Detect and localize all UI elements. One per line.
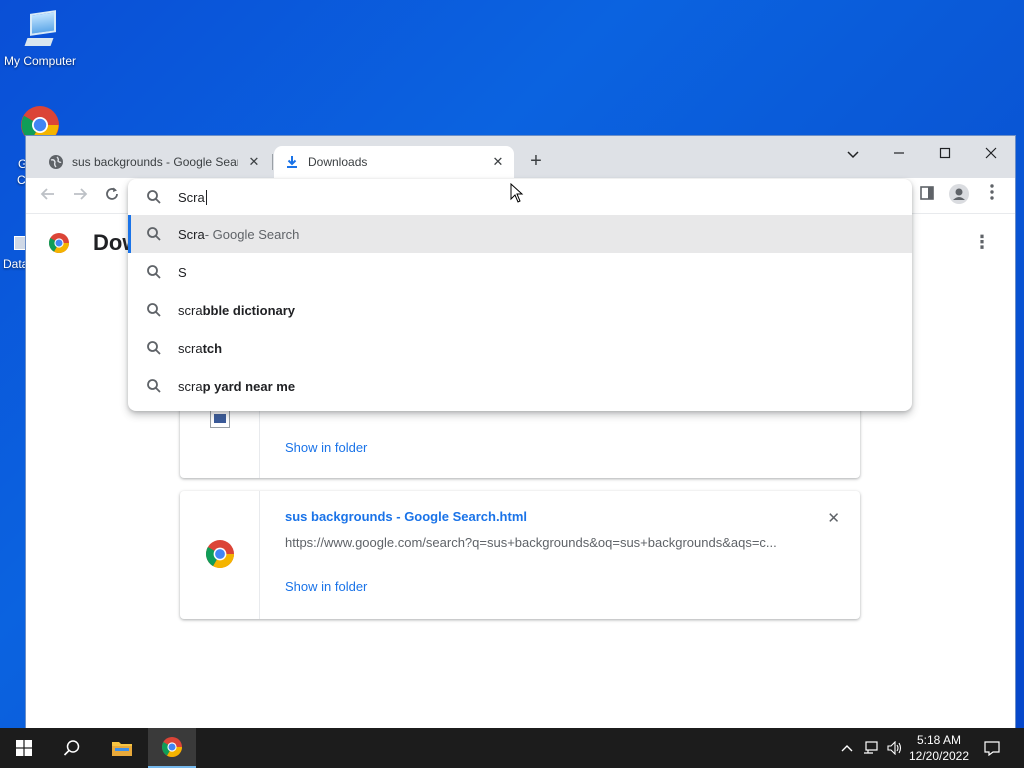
start-button[interactable] xyxy=(0,728,48,768)
chrome-logo-icon xyxy=(49,233,69,253)
browser-window: sus backgrounds - Google Search ✕ Downlo… xyxy=(26,136,1015,728)
globe-icon xyxy=(49,155,63,169)
back-arrow-icon xyxy=(40,188,54,200)
omnibox-suggestion[interactable]: scra tch xyxy=(128,329,912,367)
maximize-icon xyxy=(939,147,951,159)
remove-download-icon[interactable]: ✕ xyxy=(827,509,840,527)
new-tab-button[interactable]: + xyxy=(524,150,548,174)
suggestion-typed: Scra xyxy=(178,226,205,242)
profile-avatar-icon[interactable] xyxy=(947,184,971,208)
system-clock[interactable]: 5:18 AM 12/20/2022 xyxy=(900,732,978,764)
suggestion-typed: S xyxy=(178,264,187,280)
suggestion-rest: - Google Search xyxy=(204,226,300,242)
search-icon xyxy=(147,379,161,393)
browser-menu-icon[interactable] xyxy=(980,184,1004,208)
tab-close-icon[interactable]: ✕ xyxy=(246,154,262,170)
minimize-icon xyxy=(894,152,904,154)
close-window-button[interactable] xyxy=(968,140,1014,168)
suggestion-rest: tch xyxy=(202,340,223,356)
file-icon-column xyxy=(180,491,260,619)
clock-time: 5:18 AM xyxy=(916,733,962,747)
suggestion-rest: p yard near me xyxy=(202,378,296,394)
tab-search-chevron-icon[interactable] xyxy=(830,140,876,168)
omnibox-suggestion[interactable]: scra p yard near me xyxy=(128,367,912,405)
reload-button[interactable] xyxy=(100,184,124,208)
minimize-button[interactable] xyxy=(876,140,922,168)
forward-button[interactable] xyxy=(68,184,92,208)
desktop-icon-label: C xyxy=(17,173,26,187)
maximize-button[interactable] xyxy=(922,140,968,168)
taskbar-file-explorer[interactable] xyxy=(98,728,146,768)
taskbar-chrome[interactable] xyxy=(148,728,196,768)
tab-title: Downloads xyxy=(308,155,368,169)
network-icon[interactable] xyxy=(860,728,882,768)
tab-sus-backgrounds[interactable]: sus backgrounds - Google Search ✕ xyxy=(38,146,270,178)
omnibox-dropdown: Scra Scra - Google Search S scra bble dic… xyxy=(128,179,912,411)
omnibox-input-value: Scra xyxy=(178,189,205,205)
tab-downloads[interactable]: Downloads ✕ xyxy=(274,146,514,178)
folder-icon xyxy=(112,742,132,756)
clock-date: 12/20/2022 xyxy=(908,749,970,763)
search-icon xyxy=(147,227,161,241)
desktop-icon-label: My Computer xyxy=(3,54,77,68)
image-file-icon xyxy=(210,408,230,428)
suggestion-typed: scra xyxy=(178,378,203,394)
suggestion-typed: scra xyxy=(178,302,203,318)
page-menu-icon[interactable]: ⋮ xyxy=(973,232,991,253)
search-icon xyxy=(147,190,161,204)
computer-icon xyxy=(20,10,60,50)
chrome-icon xyxy=(162,737,182,757)
search-icon xyxy=(147,341,161,355)
search-icon xyxy=(63,740,80,756)
reload-icon xyxy=(106,187,118,200)
show-in-folder-link[interactable]: Show in folder xyxy=(285,440,367,455)
taskbar: 5:18 AM 12/20/2022 xyxy=(0,728,1024,768)
mouse-cursor-icon xyxy=(510,183,524,203)
omnibox-suggestion[interactable]: scra bble dictionary xyxy=(128,291,912,329)
search-icon xyxy=(147,303,161,317)
suggestion-typed: scra xyxy=(178,340,203,356)
desktop-icon-label: Data xyxy=(3,257,29,271)
windows-logo-icon xyxy=(16,740,32,756)
forward-arrow-icon xyxy=(74,188,88,200)
side-panel-icon[interactable] xyxy=(915,184,939,208)
back-button[interactable] xyxy=(36,184,60,208)
suggestion-rest: bble dictionary xyxy=(202,302,296,318)
show-hidden-icons-chevron-icon[interactable] xyxy=(838,728,856,768)
tab-strip: sus backgrounds - Google Search ✕ Downlo… xyxy=(26,136,1015,178)
tab-separator xyxy=(272,154,273,170)
close-icon xyxy=(985,147,997,159)
tab-title: sus backgrounds - Google Search xyxy=(72,155,238,169)
desktop-icon-my-computer[interactable]: My Computer xyxy=(0,10,80,68)
show-in-folder-link[interactable]: Show in folder xyxy=(285,579,367,594)
download-item: sus backgrounds - Google Search.html htt… xyxy=(180,491,860,619)
omnibox-suggestion[interactable]: Scra - Google Search xyxy=(128,215,912,253)
taskbar-search-button[interactable] xyxy=(48,728,96,768)
chrome-file-icon xyxy=(206,540,234,568)
download-file-name[interactable]: sus backgrounds - Google Search.html xyxy=(285,509,527,524)
download-icon xyxy=(287,156,297,168)
tab-close-icon[interactable]: ✕ xyxy=(490,154,506,170)
notifications-icon[interactable] xyxy=(978,728,1006,768)
omnibox-suggestion[interactable]: S xyxy=(128,253,912,291)
search-icon xyxy=(147,265,161,279)
download-url: https://www.google.com/search?q=sus+back… xyxy=(285,535,777,550)
text-caret xyxy=(205,189,207,205)
